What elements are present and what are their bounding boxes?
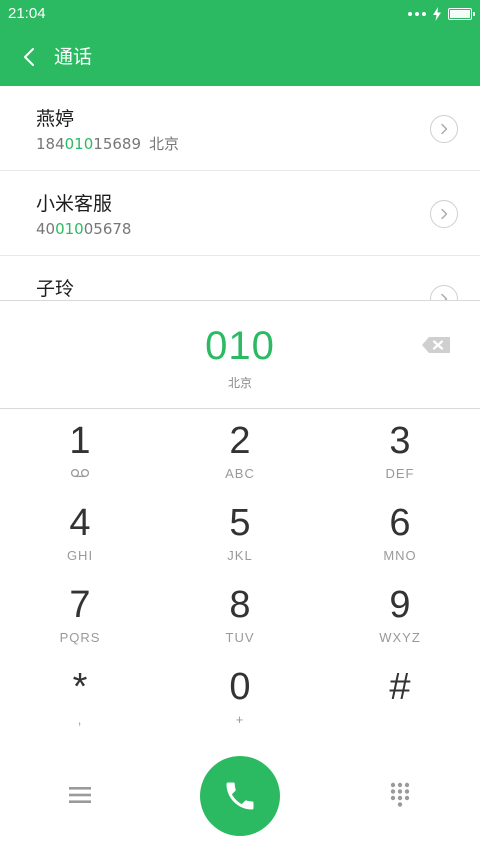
more-dots-icon [408, 12, 426, 16]
key-2[interactable]: 2 ABC [160, 409, 320, 491]
chevron-right-icon [441, 123, 448, 135]
key-digit: 3 [389, 420, 411, 462]
call-button[interactable] [200, 756, 280, 836]
key-letters: ABC [225, 466, 255, 481]
status-time: 21:04 [8, 5, 46, 22]
key-digit: 8 [229, 584, 251, 626]
key-6[interactable]: 6 MNO [320, 491, 480, 573]
contact-location: 北京 [149, 135, 180, 153]
key-letters: + [235, 712, 245, 727]
key-letters: MNO [383, 548, 417, 563]
list-item[interactable]: 燕婷 18401015689 北京 [0, 86, 480, 171]
key-digit: # [389, 666, 411, 708]
menu-icon[interactable] [64, 781, 96, 809]
key-digit: 1 [69, 420, 91, 462]
key-1[interactable]: 1 [0, 409, 160, 491]
key-3[interactable]: 3 DEF [320, 409, 480, 491]
battery-level [450, 10, 470, 18]
contact-detail-button[interactable] [430, 200, 458, 228]
key-hash[interactable]: # [320, 655, 480, 737]
contact-number: 18401015689 北京 [36, 135, 179, 153]
dialed-number-display: 010 北京 [0, 300, 480, 409]
number-region: 北京 [227, 376, 252, 390]
key-8[interactable]: 8 TUV [160, 573, 320, 655]
chevron-left-icon [24, 48, 34, 66]
key-letters: TUV [225, 630, 255, 645]
key-digit: 5 [229, 502, 251, 544]
voicemail-icon [70, 468, 90, 478]
page-title: 通话 [54, 46, 93, 68]
key-digit: 4 [69, 502, 91, 544]
key-digit: 7 [69, 584, 91, 626]
key-star[interactable]: * , [0, 655, 160, 737]
number-suffix: 05678 [83, 220, 132, 238]
contact-number: 4001005678 [36, 220, 131, 238]
key-letters: WXYZ [379, 630, 421, 645]
list-item[interactable]: 小米客服 4001005678 [0, 171, 480, 256]
list-item[interactable]: 子玲 [0, 256, 480, 300]
contact-detail-button[interactable] [430, 285, 458, 300]
key-digit: 0 [229, 666, 251, 708]
key-digit: 2 [229, 420, 251, 462]
charging-icon [433, 7, 441, 21]
number-match: 010 [64, 135, 94, 153]
key-letters: DEF [385, 466, 415, 481]
key-0[interactable]: 0 + [160, 655, 320, 737]
contact-name: 小米客服 [36, 193, 113, 215]
number-suffix: 15689 [93, 135, 141, 153]
contact-name: 燕婷 [36, 108, 75, 130]
bottom-action-bar [0, 737, 480, 853]
back-button[interactable] [14, 42, 44, 72]
key-5[interactable]: 5 JKL [160, 491, 320, 573]
contact-name: 子玲 [36, 278, 75, 300]
dialpad-icon[interactable] [386, 781, 414, 809]
dialed-number: 010 [205, 324, 275, 368]
chevron-right-icon [441, 208, 448, 220]
contact-detail-button[interactable] [430, 115, 458, 143]
key-digit: 6 [389, 502, 411, 544]
key-7[interactable]: 7 PQRS [0, 573, 160, 655]
phone-icon [226, 782, 254, 810]
number-match: 010 [55, 220, 84, 238]
key-4[interactable]: 4 GHI [0, 491, 160, 573]
dialer-screen: 21:04 通话 燕婷 18401015689 北京 小米客服 40010056… [0, 0, 480, 853]
key-digit: 9 [389, 584, 411, 626]
key-letters: GHI [66, 548, 94, 563]
key-letters: , [77, 712, 83, 727]
contact-match-list: 燕婷 18401015689 北京 小米客服 4001005678 子玲 [0, 86, 480, 300]
number-prefix: 184 [36, 135, 65, 153]
app-bar: 通话 [0, 28, 480, 86]
key-9[interactable]: 9 WXYZ [320, 573, 480, 655]
key-letters: JKL [227, 548, 253, 563]
dial-keypad: 1 2 ABC 3 DEF 4 GHI 5 JKL 6 MNO 7 PQRS 8… [0, 409, 480, 737]
key-digit: * [72, 666, 88, 708]
backspace-icon[interactable] [420, 333, 452, 357]
status-bar: 21:04 [0, 0, 480, 28]
status-icons [408, 6, 475, 22]
number-prefix: 40 [36, 220, 56, 238]
chevron-right-icon [441, 293, 448, 300]
key-letters: PQRS [59, 630, 101, 645]
battery-icon [448, 8, 475, 20]
